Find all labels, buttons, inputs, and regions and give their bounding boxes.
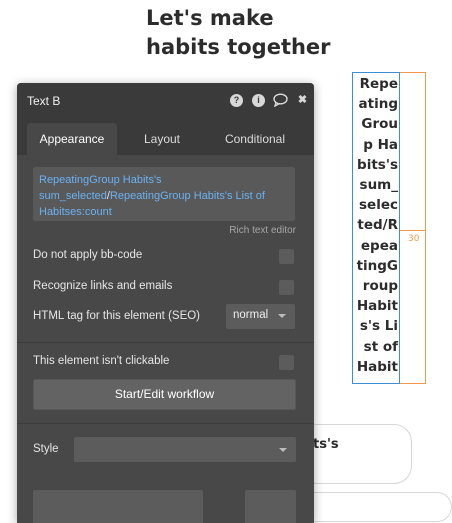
recognize-links-checkbox[interactable] (279, 280, 294, 295)
spacing-guide-line (400, 230, 426, 231)
background-card[interactable] (300, 424, 412, 484)
bottom-field-right[interactable] (245, 490, 296, 523)
no-bbcode-label: Do not apply bb-code (33, 249, 143, 261)
page-headline: Let's make habits together (146, 4, 331, 62)
spacing-guide-box (400, 72, 426, 384)
chevron-down-icon (278, 314, 286, 318)
tab-conditional[interactable]: Conditional (207, 123, 303, 155)
html-tag-value: normal (233, 309, 269, 321)
tab-appearance[interactable]: Appearance (27, 123, 117, 155)
not-clickable-label: This element isn't clickable (33, 355, 170, 367)
not-clickable-checkbox[interactable] (279, 355, 294, 370)
background-card-2[interactable] (300, 492, 452, 522)
property-editor-panel: Text B ? i ✖ Appearance Layout Condition… (17, 83, 314, 523)
html-tag-label: HTML tag for this element (SEO) (33, 310, 201, 322)
section-divider (17, 423, 314, 424)
tab-layout[interactable]: Layout (121, 123, 203, 155)
rich-text-editor-link[interactable]: Rich text editor (229, 225, 296, 236)
selected-text-element[interactable]: RepeatingGroup Habits's sum_selected/Rep… (352, 72, 400, 384)
html-tag-select[interactable]: normal (226, 304, 295, 329)
panel-tabs: Appearance Layout Conditional (17, 119, 314, 155)
panel-title: Text B (27, 94, 61, 108)
background-card-text: ts's (313, 437, 339, 452)
no-bbcode-checkbox[interactable] (279, 249, 294, 264)
text-expression-field[interactable]: RepeatingGroup Habits's sum_selected/Rep… (33, 167, 295, 221)
info-icon[interactable]: i (252, 94, 265, 107)
close-icon[interactable]: ✖ (296, 94, 309, 107)
style-select[interactable] (74, 437, 296, 462)
bottom-field-left[interactable] (33, 490, 203, 523)
section-divider (17, 342, 314, 343)
headline-line-1: Let's make (146, 6, 274, 30)
recognize-links-label: Recognize links and emails (33, 280, 173, 292)
panel-titlebar[interactable]: Text B ? i ✖ (17, 83, 314, 119)
comment-icon[interactable] (273, 93, 288, 108)
chevron-down-icon (279, 448, 287, 452)
style-label: Style (33, 443, 59, 455)
help-icon[interactable]: ? (230, 94, 243, 107)
start-edit-workflow-button[interactable]: Start/Edit workflow (33, 379, 296, 410)
headline-line-2: habits together (146, 35, 331, 59)
spacing-dimension-label: 30 (408, 234, 420, 244)
